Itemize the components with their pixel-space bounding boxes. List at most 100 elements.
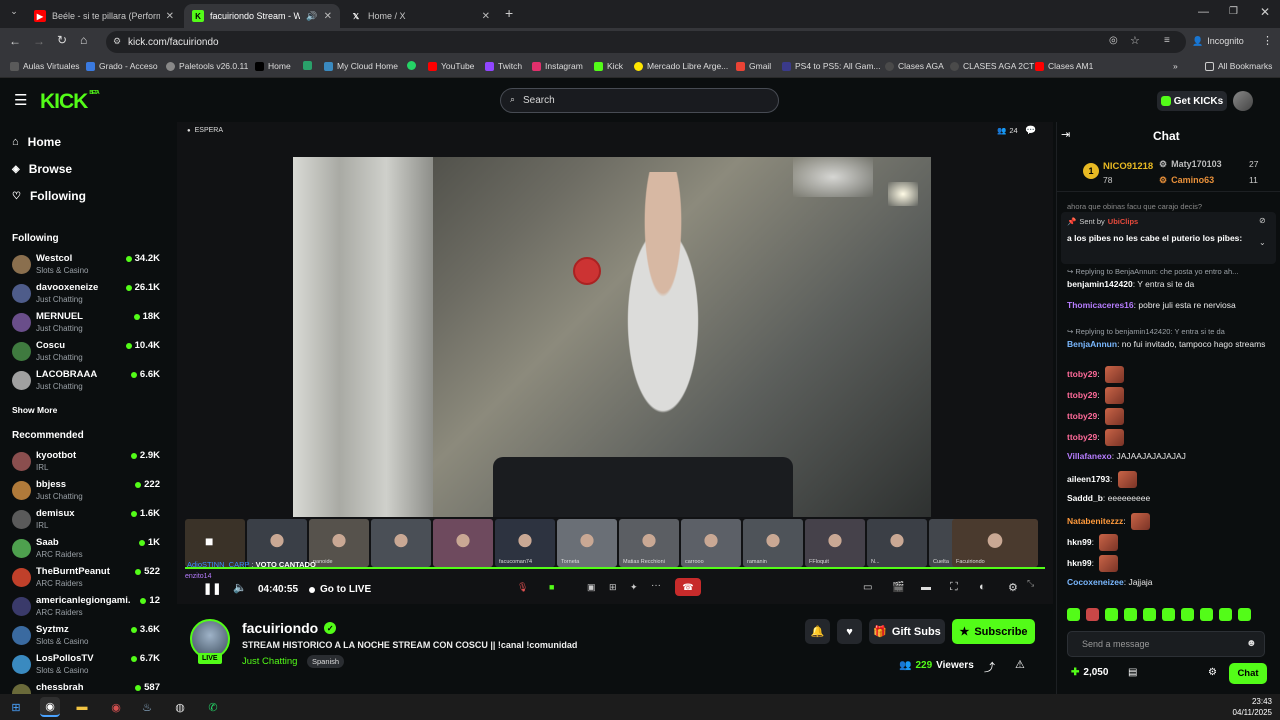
file-explorer-icon[interactable]: ▬ bbox=[72, 697, 92, 717]
bookmark-item[interactable] bbox=[303, 61, 312, 70]
emote-icon[interactable] bbox=[1124, 608, 1137, 621]
search-input[interactable]: ⌕ Search bbox=[500, 88, 779, 113]
points-balance[interactable]: ✚ 2,050 bbox=[1071, 667, 1108, 678]
kick-logo[interactable]: KICK BETA bbox=[40, 90, 100, 114]
language-tag[interactable]: Spanish bbox=[307, 655, 345, 668]
more-icon[interactable]: ··· bbox=[651, 580, 661, 591]
star-icon[interactable]: ☆ bbox=[1130, 34, 1140, 47]
bookmark-item[interactable]: Clases AM1 bbox=[1035, 61, 1093, 71]
browser-tab-kick[interactable]: K facuiriondo Stream - Watch 🔊 ✕ bbox=[184, 4, 340, 28]
whatsapp-icon[interactable]: ✆ bbox=[203, 697, 223, 717]
steam-icon[interactable]: ♨ bbox=[137, 697, 157, 717]
miniplayer-icon[interactable]: ▭ bbox=[863, 582, 872, 593]
participant-thumbnail[interactable] bbox=[433, 519, 493, 567]
chat-username[interactable]: BenjaAnnun bbox=[1067, 339, 1117, 349]
back-icon[interactable]: ← bbox=[9, 34, 21, 48]
close-window-button[interactable]: ✕ bbox=[1260, 5, 1270, 19]
all-bookmarks[interactable]: All Bookmarks bbox=[1205, 61, 1272, 71]
chat-message[interactable]: ttoby29: bbox=[1067, 429, 1272, 446]
sidebar-channel-westcol[interactable]: Westcol Slots & Casino 34.2K bbox=[12, 252, 160, 280]
tab-search-icon[interactable]: ⌄ bbox=[6, 6, 22, 22]
pause-icon[interactable]: ❚❚ bbox=[203, 582, 221, 595]
bookmark-item[interactable]: My Cloud Home bbox=[324, 61, 398, 71]
url-field[interactable]: ⚙ kick.com/facuiriondo ◎ ☆ bbox=[106, 31, 1186, 53]
video-player[interactable]: ● ESPERA 👥 24 💬 enzito14 ■ nanoide facucoma… bbox=[177, 122, 1053, 604]
subscribe-button[interactable]: ★ Subscribe bbox=[952, 619, 1035, 644]
chat-username[interactable]: hkn99 bbox=[1067, 558, 1092, 568]
tab-close-icon[interactable]: ✕ bbox=[482, 11, 490, 22]
forward-icon[interactable]: → bbox=[33, 34, 45, 48]
chat-username[interactable]: Thomicaceres16 bbox=[1067, 300, 1134, 310]
minimize-button[interactable]: — bbox=[1198, 6, 1209, 18]
audio-icon[interactable]: 🔊 bbox=[306, 11, 317, 22]
tab-close-icon[interactable]: ✕ bbox=[166, 11, 174, 22]
chat-message[interactable]: Natabenitezzz: bbox=[1067, 513, 1272, 530]
emote-icon[interactable] bbox=[1200, 608, 1213, 621]
unpin-icon[interactable]: ⊘ bbox=[1259, 216, 1266, 225]
chrome-icon[interactable]: ◉ bbox=[40, 697, 60, 717]
reload-icon[interactable]: ↻ bbox=[57, 33, 67, 47]
chat-username[interactable]: ttoby29 bbox=[1067, 432, 1097, 442]
gift-subs-button[interactable]: 🎁 Gift Subs bbox=[869, 619, 945, 644]
incognito-badge[interactable]: 👤 Incognito bbox=[1192, 36, 1244, 47]
leader-3[interactable]: ⚙ Camino63 bbox=[1159, 175, 1214, 186]
video-frame[interactable] bbox=[293, 157, 931, 517]
streamer-name[interactable]: facuiriondo ✓ bbox=[242, 620, 337, 636]
participant-thumbnail[interactable]: carrooo bbox=[681, 519, 741, 567]
sidebar-item-browse[interactable]: ◈ Browse bbox=[12, 162, 72, 176]
go-to-live-button[interactable]: Go to LIVE bbox=[309, 584, 371, 595]
chrome-profile-icon[interactable]: ◉ bbox=[106, 697, 126, 717]
leader-2[interactable]: ⚙ Maty170103 bbox=[1159, 159, 1222, 170]
chat-username[interactable]: Villafanexo bbox=[1067, 451, 1112, 461]
emote-icon[interactable] bbox=[1181, 608, 1194, 621]
menu-icon[interactable]: ⋮ bbox=[1262, 34, 1273, 47]
sidebar-channel-theburntpeanut[interactable]: TheBurntPeanut ARC Raiders 522 bbox=[12, 565, 160, 593]
clip-icon[interactable]: 🎬 bbox=[892, 582, 904, 593]
obs-icon[interactable]: ◍ bbox=[170, 697, 190, 717]
sidebar-channel-kyootbot[interactable]: kyootbot IRL 2.9K bbox=[12, 449, 160, 477]
eye-off-icon[interactable]: ◎ bbox=[1109, 35, 1118, 46]
sidebar-channel-mernuel[interactable]: MERNUEL Just Chatting 18K bbox=[12, 310, 160, 338]
site-info-icon[interactable]: ⚙ bbox=[113, 36, 121, 47]
new-tab-button[interactable]: + bbox=[505, 5, 513, 21]
chat-username[interactable]: ttoby29 bbox=[1067, 369, 1097, 379]
chat-username[interactable]: hkn99 bbox=[1067, 537, 1092, 547]
bookmark-item[interactable]: Instagram bbox=[532, 61, 583, 71]
chat-username[interactable]: Saddd_b bbox=[1067, 493, 1103, 503]
chat-message[interactable]: BenjaAnnun: no fui invitado, tampoco hag… bbox=[1067, 338, 1272, 351]
chat-message[interactable]: benjamin142420: Y entra si te da bbox=[1067, 278, 1272, 291]
sidebar-channel-lacobraaa[interactable]: LACOBRAAA Just Chatting 6.6K bbox=[12, 368, 160, 396]
sidebar-channel-saab[interactable]: Saab ARC Raiders 1K bbox=[12, 536, 160, 564]
participant-thumbnail[interactable] bbox=[371, 519, 431, 567]
screen-share-icon[interactable]: ▣ bbox=[587, 582, 596, 593]
bookmark-item[interactable]: YouTube bbox=[428, 61, 474, 71]
sidebar-channel-bbjess[interactable]: bbjess Just Chatting 222 bbox=[12, 478, 160, 506]
sidebar-channel-demisux[interactable]: demisux IRL 1.6K bbox=[12, 507, 160, 535]
expand-icon[interactable]: ⌄ bbox=[1259, 238, 1266, 247]
bookmark-item[interactable]: Paletools v26.0.11 bbox=[166, 61, 248, 71]
collapse-chat-icon[interactable]: ⇥ bbox=[1061, 128, 1070, 141]
chat-message[interactable]: hkn99: bbox=[1067, 555, 1272, 572]
chat-message[interactable]: aileen1793: bbox=[1067, 471, 1272, 488]
volume-icon[interactable]: 🔈 bbox=[233, 581, 247, 594]
leader-name[interactable]: NICO91218 bbox=[1103, 161, 1153, 172]
bookmark-item[interactable]: Clases AGA bbox=[885, 61, 944, 71]
chat-message[interactable]: ttoby29: bbox=[1067, 366, 1272, 383]
sidebar-channel-chessbrah[interactable]: chessbrah 587 bbox=[12, 681, 160, 694]
settings-icon[interactable]: ⚙ bbox=[1008, 581, 1018, 594]
sidebar-item-home[interactable]: ⌂ Home bbox=[12, 135, 61, 149]
progress-bar[interactable] bbox=[185, 567, 1045, 569]
chat-input[interactable]: Send a message ☻ bbox=[1067, 631, 1265, 657]
participant-thumbnail[interactable]: facucoman74 bbox=[495, 519, 555, 567]
windows-start-icon[interactable]: ⊞ bbox=[6, 697, 26, 717]
layout-icon[interactable]: ⊞ bbox=[609, 582, 617, 593]
emoji-icon[interactable]: ☻ bbox=[1246, 632, 1257, 656]
browser-tab-youtube[interactable]: ▶ Beéle - si te pillara (Performanc ✕ bbox=[26, 4, 182, 28]
bookmark-item[interactable]: Kick bbox=[594, 61, 623, 71]
bookmarks-overflow-icon[interactable]: » bbox=[1173, 61, 1178, 71]
chat-username[interactable]: Natabenitezzz bbox=[1067, 516, 1123, 526]
chat-message[interactable]: hkn99: bbox=[1067, 534, 1272, 551]
chat-send-button[interactable]: Chat bbox=[1229, 663, 1267, 684]
clock[interactable]: 23:43 04/11/2025 bbox=[1228, 696, 1272, 718]
mic-off-icon[interactable]: 🎙 bbox=[517, 582, 528, 593]
